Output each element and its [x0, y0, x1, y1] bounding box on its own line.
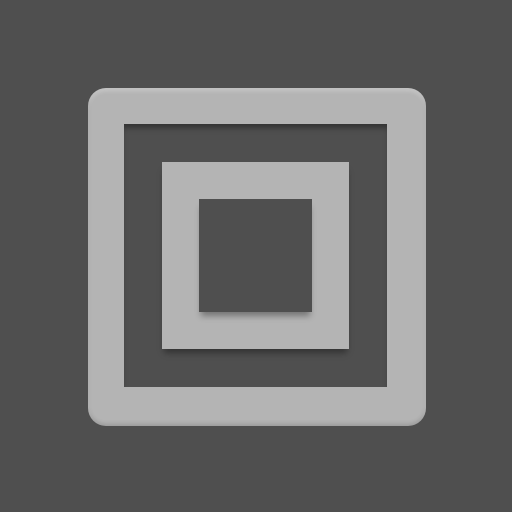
inner-square-cutout: [199, 199, 312, 312]
icon-canvas: [0, 0, 512, 512]
middle-square-frame: [162, 162, 349, 349]
nested-squares-icon: [88, 88, 426, 426]
outer-square-cutout: [124, 124, 387, 387]
outer-square-frame: [88, 88, 426, 426]
